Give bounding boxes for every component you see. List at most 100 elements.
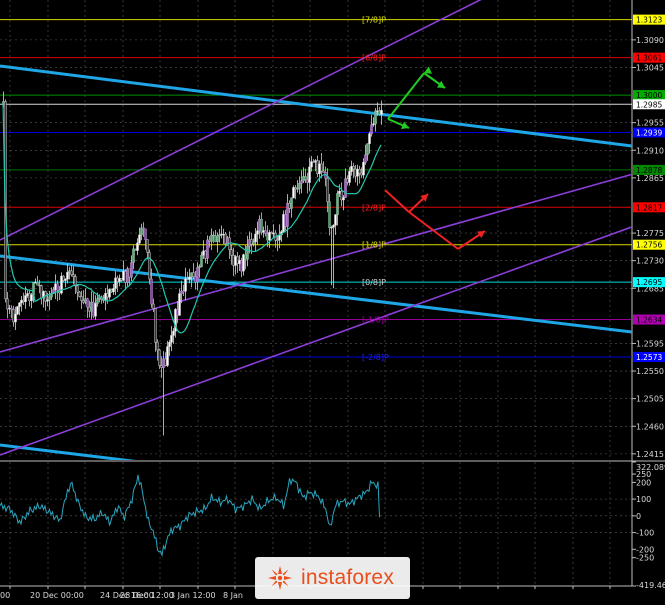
candle-body [186,278,189,280]
candle-body [234,256,237,266]
candle-overlay [302,176,305,181]
candle-body [208,239,211,242]
candle-overlay [312,161,315,163]
candle-body [342,197,345,201]
murrey-label: [2/8]P [362,203,386,212]
candle-body [314,160,317,163]
candle-body [152,303,155,309]
candle-overlay [132,248,135,263]
watermark: instaforex [0,550,665,605]
candle-body [118,278,121,282]
candle-overlay [150,279,153,305]
candle-body [72,274,75,277]
candle-body [380,110,383,115]
price-tick-label: 1.2955 [636,119,664,128]
candle-body [310,161,313,168]
price-badge-label: 1.3000 [636,91,662,100]
candle-body [330,226,333,229]
candle-overlay [214,235,217,242]
price-badge-label: 1.2573 [636,353,662,362]
candle-body [348,171,351,183]
candle-body [24,295,27,302]
candle-body [88,306,91,312]
candle-body [172,330,175,336]
candle-body [270,232,273,235]
candle-body [262,230,265,233]
candle-body [184,278,187,292]
candle-overlay [86,298,89,308]
candle-body [16,306,19,315]
candle-body [54,283,57,290]
cci-tick-label: -100 [636,529,654,538]
murrey-label: [6/8]P [362,54,386,63]
candle-body [362,161,365,176]
candle-body [250,239,253,245]
murrey-label: [-2/8]P [362,353,389,362]
candle-overlay [84,298,87,303]
candle-body [288,203,291,209]
candle-body [254,233,257,243]
candle-body [220,234,223,236]
candle-overlay [210,235,213,242]
candle-overlay [140,227,143,235]
candle-overlay [216,235,219,242]
candle-body [320,163,323,172]
candle-body [340,190,343,201]
candle-body [70,270,73,275]
candle-body [168,341,171,347]
candle-body [38,284,41,287]
candle-body [256,230,259,235]
candle-overlay [366,143,369,155]
candle-body [202,250,205,256]
candle-overlay [304,176,307,180]
candle-body [160,365,163,368]
candle-overlay [370,124,373,134]
candle-body [30,294,33,302]
candle-overlay [344,178,347,198]
candle-overlay [258,219,261,231]
candle-body [224,233,227,244]
candle-overlay [378,110,381,115]
candle-overlay [180,291,183,294]
candle-overlay [240,260,243,272]
candle-overlay [56,283,59,291]
candle-overlay [290,197,293,209]
candle-body [334,214,337,226]
candle-body [106,293,109,298]
candle-overlay [284,214,287,227]
candle-body [154,308,157,343]
candle-body [372,123,375,126]
candle-overlay [48,297,51,300]
candle-overlay [198,266,201,268]
candle-body [8,307,11,310]
candle-body [116,277,119,282]
candle-overlay [176,309,179,316]
candle-body [356,168,359,177]
candle-body [114,277,117,289]
candle-body [148,252,151,280]
instaforex-logo: instaforex [254,556,411,599]
candle-body [292,187,295,199]
candle-body [158,349,161,366]
price-tick-label: 1.2415 [636,450,664,459]
candle-body [20,299,23,304]
candle-body [346,178,349,183]
candle-body [104,293,107,301]
murrey-label: [1/8]P [362,241,386,250]
price-tick-label: 1.2460 [636,422,664,431]
price-tick-label: 1.3090 [636,36,664,45]
candle-overlay [244,254,247,260]
price-badge-label: 1.2634 [636,316,662,325]
candle-body [212,234,215,237]
price-tick-label: 1.3045 [636,63,664,72]
candle-body [46,299,49,302]
candle-overlay [306,179,309,183]
candle-body [146,239,149,253]
candle-overlay [144,228,147,240]
candle-body [82,300,85,303]
candle-overlay [96,298,99,304]
candle-body [18,302,21,307]
candle-overlay [336,193,339,215]
candle-body [66,271,69,280]
candle-body [94,303,97,317]
